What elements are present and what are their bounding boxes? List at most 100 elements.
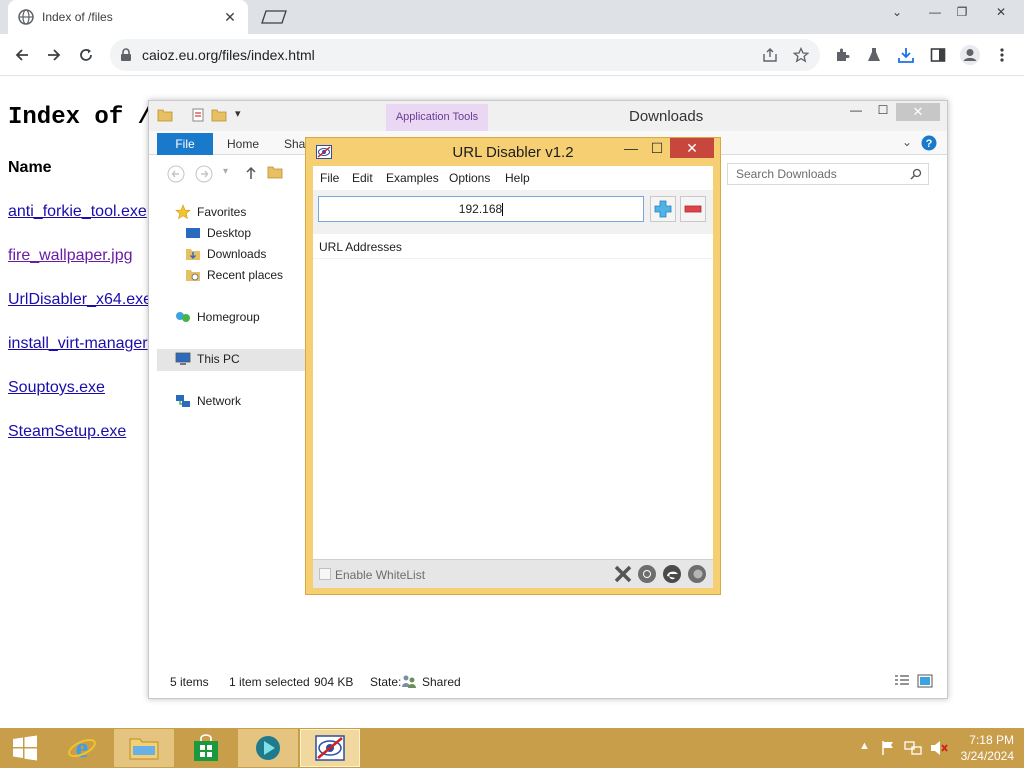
lab-flask-icon[interactable]: [862, 43, 886, 67]
action-center-flag-icon[interactable]: [880, 740, 896, 756]
downloads-folder-icon: [186, 249, 200, 260]
search-icon: [910, 168, 922, 180]
taskbar-url-disabler[interactable]: [300, 729, 360, 767]
remove-url-button[interactable]: [680, 196, 706, 222]
network-status-icon[interactable]: [904, 740, 922, 756]
nav-downloads[interactable]: Downloads: [185, 246, 266, 262]
close-icon[interactable]: ✕: [984, 0, 1018, 24]
star-icon: [175, 204, 191, 220]
url-list[interactable]: [313, 258, 713, 558]
minimize-icon[interactable]: —: [843, 103, 869, 121]
taskbar-store[interactable]: [176, 729, 236, 767]
menu-bar: File Edit Examples Options Help: [313, 166, 713, 190]
application-tools-tab[interactable]: Application Tools: [386, 104, 488, 131]
system-clock[interactable]: 7:18 PM 3/24/2024: [961, 732, 1014, 764]
url-text: caioz.eu.org/files/index.html: [142, 47, 315, 63]
nav-desktop[interactable]: Desktop: [185, 225, 251, 241]
taskbar: e ▲ 7:18 PM 3/24/2024: [0, 728, 1024, 768]
file-link[interactable]: fire_wallpaper.jpg: [8, 247, 133, 265]
firefox-browser-icon[interactable]: [687, 564, 707, 584]
extensions-icon[interactable]: [830, 43, 854, 67]
help-icon[interactable]: ?: [921, 135, 937, 151]
ribbon-tab-home[interactable]: Home: [227, 137, 259, 151]
file-link[interactable]: UrlDisabler_x64.exe: [8, 291, 152, 309]
nav-network[interactable]: Network: [175, 393, 241, 409]
url-input[interactable]: 192.168: [318, 196, 644, 222]
url-disabler-window: URL Disabler v1.2 — ☐ ✕ File Edit Exampl…: [305, 137, 721, 595]
recent-locations-icon[interactable]: ▾: [223, 166, 228, 177]
restore-icon[interactable]: ❐: [945, 0, 979, 24]
up-arrow-icon[interactable]: [245, 166, 257, 180]
new-tab-icon[interactable]: [258, 9, 288, 25]
taskbar-internet-explorer[interactable]: e: [52, 729, 112, 767]
menu-file[interactable]: File: [320, 171, 339, 185]
nav-favorites[interactable]: Favorites: [175, 204, 246, 220]
details-view-icon[interactable]: [894, 674, 910, 688]
plus-icon: [654, 200, 672, 218]
search-downloads-input[interactable]: Search Downloads: [727, 163, 929, 185]
menu-examples[interactable]: Examples: [386, 171, 439, 185]
url-disabler-client: File Edit Examples Options Help 192.168 …: [313, 166, 713, 588]
url-disabler-titlebar[interactable]: URL Disabler v1.2 — ☐ ✕: [306, 138, 720, 166]
large-icons-view-icon[interactable]: [917, 674, 933, 688]
back-icon[interactable]: [167, 165, 185, 183]
reload-icon[interactable]: [74, 43, 98, 67]
volume-muted-icon[interactable]: [930, 740, 948, 756]
media-player-icon: [256, 736, 280, 760]
menu-options[interactable]: Options: [449, 171, 490, 185]
tab-close-icon[interactable]: ✕: [222, 9, 238, 25]
clock-date: 3/24/2024: [960, 749, 1014, 763]
maximize-icon[interactable]: ☐: [644, 140, 670, 158]
start-button[interactable]: [0, 729, 50, 767]
svg-text:?: ?: [926, 138, 933, 150]
close-button[interactable]: ✕: [896, 103, 940, 121]
maximize-icon[interactable]: ☐: [870, 103, 896, 121]
minimize-icon[interactable]: —: [618, 140, 644, 158]
nav-recent-places[interactable]: Recent places: [185, 267, 283, 283]
chrome-browser-icon[interactable]: [637, 564, 657, 584]
chevron-down-icon[interactable]: ⌄: [880, 0, 914, 24]
close-button[interactable]: ✕: [670, 138, 714, 158]
file-link[interactable]: SteamSetup.exe: [8, 423, 126, 441]
address-bar[interactable]: caioz.eu.org/files/index.html: [110, 39, 820, 71]
file-link[interactable]: anti_forkie_tool.exe: [8, 203, 147, 221]
taskbar-file-explorer[interactable]: [114, 729, 174, 767]
menu-edit[interactable]: Edit: [352, 171, 373, 185]
menu-help[interactable]: Help: [505, 171, 530, 185]
nav-this-pc[interactable]: This PC: [175, 351, 240, 367]
taskbar-media-app[interactable]: [238, 729, 298, 767]
url-list-header: URL Addresses: [319, 240, 402, 254]
search-placeholder: Search Downloads: [736, 167, 837, 181]
item-count: 5 items: [170, 675, 209, 689]
ribbon-expand-chevron-icon[interactable]: ⌄: [902, 135, 912, 149]
profile-avatar-icon[interactable]: [958, 43, 982, 67]
whitelist-checkbox[interactable]: [319, 568, 331, 580]
explorer-titlebar[interactable]: ▾ Application Tools Downloads — ☐ ✕: [149, 101, 947, 131]
recent-places-icon: [186, 270, 200, 281]
forward-icon[interactable]: [42, 43, 66, 67]
add-url-button[interactable]: [650, 196, 676, 222]
close-all-x-icon[interactable]: [613, 564, 633, 584]
browser-tab[interactable]: Index of /files ✕: [8, 0, 248, 34]
selection-size: 904 KB: [314, 675, 354, 689]
file-link[interactable]: Souptoys.exe: [8, 379, 105, 397]
nav-homegroup[interactable]: Homegroup: [175, 309, 260, 325]
ribbon-tab-file[interactable]: File: [157, 133, 213, 155]
file-link[interactable]: install_virt-manager: [8, 335, 148, 353]
share-icon[interactable]: [762, 47, 778, 63]
download-icon[interactable]: [894, 43, 918, 67]
edge-browser-icon[interactable]: [662, 564, 682, 584]
star-icon[interactable]: [793, 47, 809, 63]
show-hidden-icons-icon[interactable]: ▲: [859, 740, 870, 752]
side-panel-icon[interactable]: [926, 43, 950, 67]
qat-dropdown-icon[interactable]: ▾: [235, 107, 241, 120]
back-icon[interactable]: [10, 43, 34, 67]
menu-kebab-icon[interactable]: [990, 43, 1014, 67]
new-folder-icon[interactable]: [211, 108, 227, 122]
properties-icon[interactable]: [191, 108, 205, 122]
explorer-statusbar: 5 items 1 item selected 904 KB State: Sh…: [149, 669, 947, 695]
folder-icon: [267, 166, 283, 179]
homegroup-icon: [176, 312, 190, 322]
forward-icon[interactable]: [195, 165, 213, 183]
clock-time: 7:18 PM: [969, 733, 1014, 747]
